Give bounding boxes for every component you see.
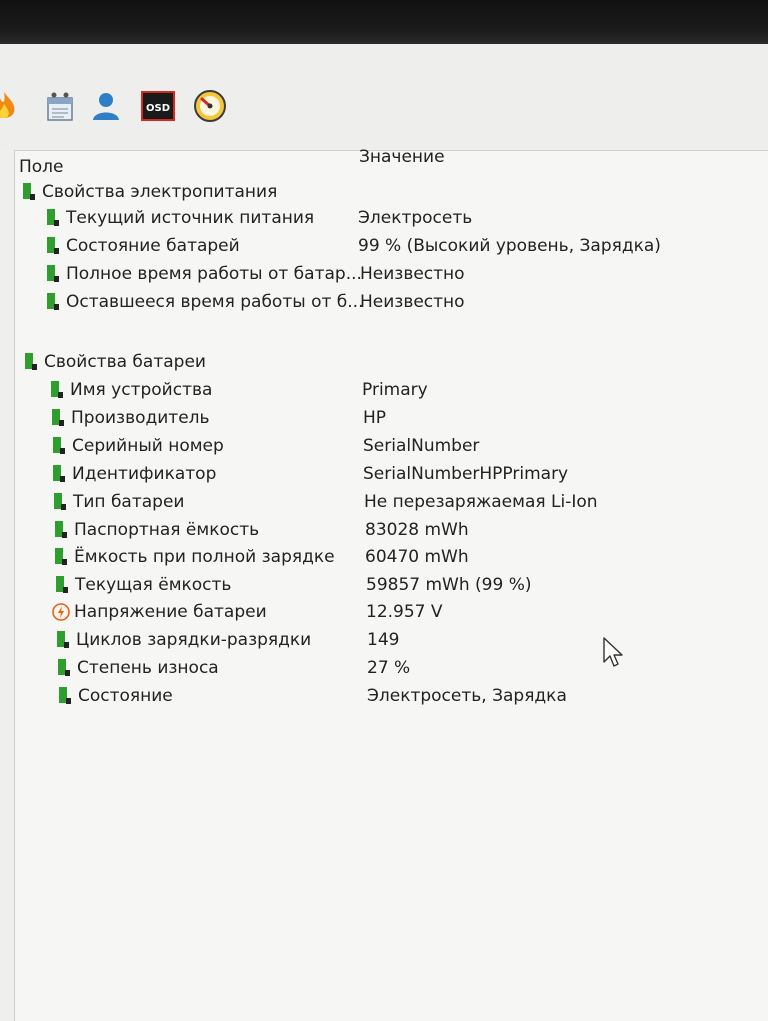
battery-icon — [51, 492, 67, 512]
list-item[interactable]: Ёмкость при полной зарядке 60470 mWh — [52, 545, 752, 571]
battery-icon — [55, 658, 71, 678]
scheduler-icon[interactable] — [42, 88, 78, 124]
list-item[interactable]: Идентификатор SerialNumberHPPrimary — [50, 462, 750, 488]
battery-icon — [44, 292, 60, 312]
list-item[interactable]: Напряжение батареи 12.957 V — [52, 600, 752, 626]
field-label: Текущий источник питания — [66, 208, 315, 228]
list-item[interactable]: Производитель HP — [49, 406, 749, 432]
field-value: Электросеть — [358, 208, 473, 228]
field-value: 59857 mWh (99 %) — [366, 575, 532, 595]
field-label: Производитель — [71, 408, 210, 428]
field-label: Оставшееся время работы от б... — [66, 292, 364, 312]
field-value: Неизвестно — [360, 292, 465, 312]
field-label: Текущая ёмкость — [75, 575, 232, 595]
field-value: SerialNumberHPPrimary — [363, 464, 569, 484]
list-item[interactable]: Степень износа 27 % — [55, 656, 755, 682]
field-value: 27 % — [367, 658, 411, 678]
field-value: 149 — [367, 630, 400, 650]
field-value: Электросеть, Зарядка — [367, 686, 567, 706]
field-label: Имя устройства — [70, 380, 213, 400]
list-item[interactable]: Серийный номер SerialNumber — [50, 434, 750, 460]
list-item[interactable]: Оставшееся время работы от б... Неизвест… — [44, 290, 744, 316]
field-label: Степень износа — [77, 658, 219, 678]
list-item[interactable]: Циклов зарядки-разрядки 149 — [54, 628, 754, 654]
field-label: Полное время работы от батар... — [66, 264, 362, 284]
user-icon[interactable] — [88, 88, 124, 124]
toolbar: OSD — [0, 44, 768, 148]
battery-icon — [44, 208, 60, 228]
list-item[interactable]: Тип батареи Не перезаряжаемая Li-Ion — [51, 490, 751, 516]
field-column-header[interactable]: Поле — [19, 157, 64, 177]
field-value: Не перезаряжаемая Li-Ion — [364, 492, 598, 512]
field-label: Серийный номер — [72, 436, 224, 456]
battery-icon — [44, 264, 60, 284]
battery-icon — [49, 408, 65, 428]
field-label: Паспортная ёмкость — [74, 520, 260, 540]
field-label: Состояние — [78, 686, 173, 706]
gauge-icon[interactable] — [192, 88, 228, 124]
battery-icon — [48, 380, 64, 400]
battery-section-title: Свойства батареи — [44, 352, 206, 372]
osd-icon[interactable]: OSD — [140, 88, 176, 124]
field-value: 83028 mWh — [365, 520, 469, 540]
battery-icon — [53, 575, 69, 595]
field-label: Тип батареи — [73, 492, 185, 512]
field-value: HP — [363, 408, 387, 428]
power-section-header[interactable]: Свойства электропитания — [20, 180, 720, 206]
list-item[interactable]: Паспортная ёмкость 83028 mWh — [52, 518, 752, 544]
battery-icon — [20, 182, 36, 202]
list-item[interactable]: Текущая ёмкость 59857 mWh (99 %) — [53, 573, 753, 599]
field-label: Идентификатор — [72, 464, 217, 484]
power-section-title: Свойства электропитания — [42, 182, 278, 202]
battery-icon — [52, 547, 68, 567]
field-value: 60470 mWh — [365, 547, 469, 567]
battery-icon — [22, 352, 38, 372]
field-label: Циклов зарядки-разрядки — [76, 630, 312, 650]
battery-icon — [56, 686, 72, 706]
field-value: 99 % (Высокий уровень, Зарядка) — [358, 236, 661, 256]
value-column-header[interactable]: Значение — [359, 147, 445, 167]
list-item[interactable]: Полное время работы от батар... Неизвест… — [44, 262, 744, 288]
battery-icon — [50, 436, 66, 456]
list-item[interactable]: Имя устройства Primary — [48, 378, 748, 404]
battery-icon — [44, 236, 60, 256]
list-item[interactable]: Текущий источник питания Электросеть — [44, 206, 744, 232]
voltage-icon — [52, 603, 70, 621]
battery-icon — [52, 520, 68, 540]
battery-icon — [54, 630, 70, 650]
field-value: Primary — [362, 380, 428, 400]
monitor-bezel — [0, 0, 768, 44]
field-value: Неизвестно — [360, 264, 465, 284]
flame-icon[interactable] — [0, 88, 22, 124]
list-item[interactable]: Состояние Электросеть, Зарядка — [56, 684, 756, 710]
battery-icon — [50, 464, 66, 484]
list-item[interactable]: Состояние батарей 99 % (Высокий уровень,… — [44, 234, 744, 260]
field-label: Напряжение батареи — [74, 602, 267, 622]
osd-label: OSD — [146, 103, 170, 114]
mouse-cursor-icon — [602, 636, 626, 670]
field-label: Состояние батарей — [66, 236, 240, 256]
field-label: Ёмкость при полной зарядке — [74, 547, 335, 567]
battery-section-header[interactable]: Свойства батареи — [22, 350, 722, 376]
field-value: 12.957 V — [366, 602, 443, 622]
field-value: SerialNumber — [363, 436, 480, 456]
